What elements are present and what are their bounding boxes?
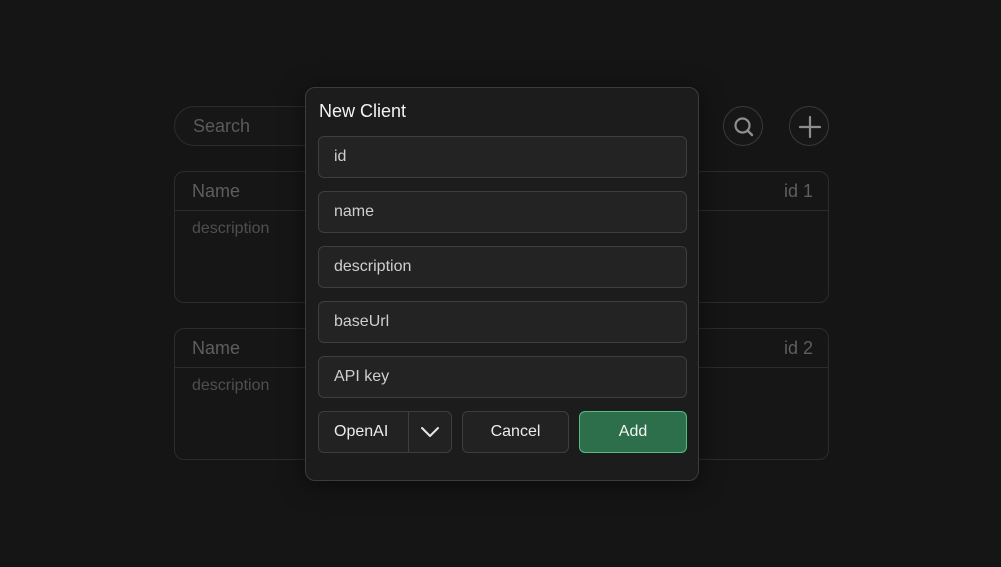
card-name: Name <box>192 338 241 358</box>
cancel-button[interactable]: Cancel <box>462 411 569 453</box>
chevron-down-icon[interactable] <box>409 412 451 452</box>
card-name: Name <box>192 181 241 201</box>
dialog-title: New Client <box>319 101 407 121</box>
name-field[interactable] <box>318 191 687 233</box>
add-button[interactable]: Add <box>579 411 687 453</box>
search-input[interactable] <box>193 116 313 137</box>
card-description: description <box>192 377 270 394</box>
id-field[interactable] <box>318 136 687 178</box>
provider-value: OpenAI <box>334 423 389 440</box>
description-field[interactable] <box>318 246 687 288</box>
plus-icon <box>798 115 822 139</box>
card-description: description <box>192 220 270 237</box>
card-id: id 2 <box>783 338 813 358</box>
base-url-field[interactable] <box>318 301 687 343</box>
search-icon <box>734 117 754 137</box>
add-client-button[interactable] <box>789 106 829 146</box>
page: Name id 1 description Name id 2 descript… <box>0 0 1001 567</box>
api-key-field[interactable] <box>318 356 687 398</box>
card-id: id 1 <box>783 181 813 201</box>
search-button[interactable] <box>723 106 763 146</box>
provider-select[interactable]: OpenAI <box>318 411 452 453</box>
new-client-dialog: New Client OpenAI Cancel Add <box>305 87 699 481</box>
